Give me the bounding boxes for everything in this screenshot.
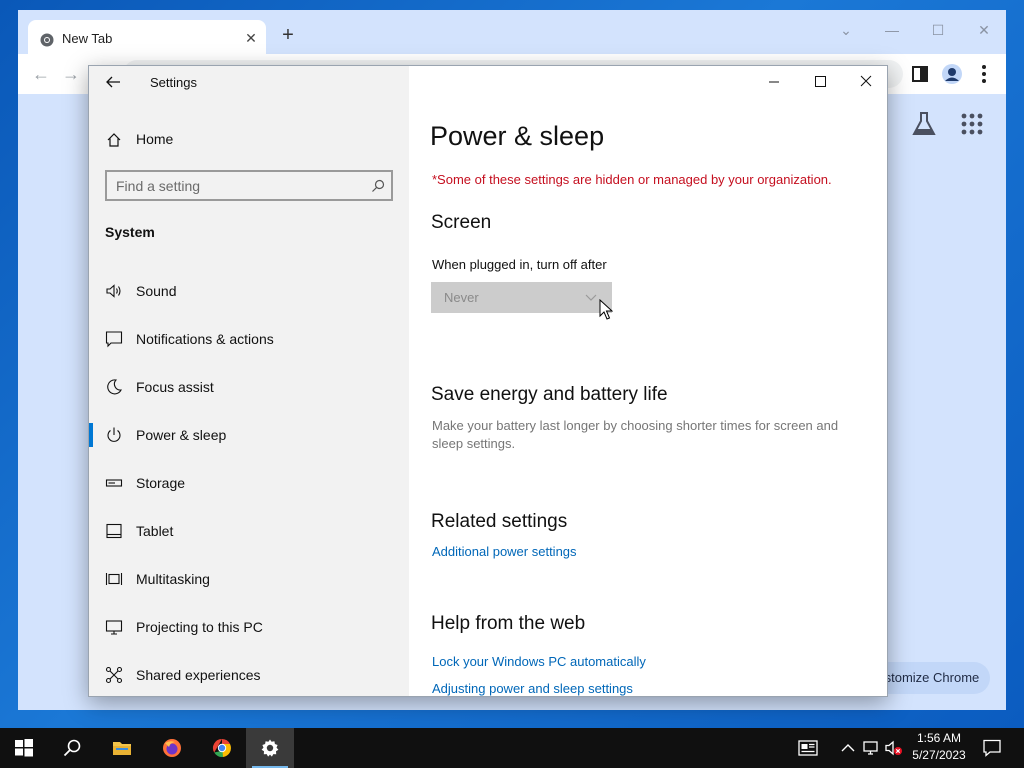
sidebar-item-label: Power & sleep (136, 427, 227, 443)
plugged-in-label: When plugged in, turn off after (432, 257, 607, 272)
chrome-maximize-icon[interactable]: ☐ (922, 18, 954, 42)
sidebar-item-multitasking[interactable]: Multitasking (89, 554, 409, 602)
help-heading: Help from the web (431, 613, 586, 634)
firefox-icon (163, 739, 181, 757)
help-link-power-sleep[interactable]: Adjusting power and sleep settings (432, 681, 633, 696)
news-widget-icon[interactable] (798, 738, 818, 758)
start-button[interactable] (0, 728, 48, 768)
clock-time[interactable]: 1:56 AM (910, 731, 968, 745)
tab-title: New Tab (62, 31, 113, 46)
chrome-icon (212, 739, 231, 758)
speaker-icon (106, 284, 121, 298)
sidebar-item-label: Projecting to this PC (136, 619, 263, 635)
chrome-forward-icon[interactable]: → (58, 62, 84, 86)
save-energy-description: Make your battery last longer by choosin… (432, 418, 839, 451)
related-settings-heading: Related settings (431, 511, 568, 532)
taskbar-firefox[interactable] (148, 728, 196, 768)
labs-flask-icon[interactable] (910, 110, 938, 138)
network-icon[interactable] (862, 738, 882, 758)
org-managed-notice: *Some of these settings are hidden or ma… (432, 172, 832, 187)
storage-icon (105, 479, 123, 487)
volume-muted-icon[interactable] (884, 738, 904, 758)
maximize-icon[interactable] (797, 66, 843, 98)
sidebar-item-projecting[interactable]: Projecting to this PC (89, 602, 409, 650)
back-arrow-icon[interactable] (103, 72, 123, 92)
sidebar-item-tablet[interactable]: Tablet (89, 506, 409, 554)
moon-icon (107, 379, 122, 395)
sidebar-item-storage[interactable]: Storage (89, 458, 409, 506)
page-title: Power & sleep (430, 121, 605, 151)
sidebar-item-label: Tablet (136, 523, 174, 539)
sidebar-item-label: Multitasking (136, 571, 210, 587)
chrome-close-icon[interactable]: ✕ (968, 18, 1000, 42)
taskbar-chrome[interactable] (198, 728, 246, 768)
sidebar-item-label: Sound (136, 283, 177, 299)
side-panel-icon[interactable] (908, 62, 932, 86)
chrome-minimize-icon[interactable]: — (876, 18, 908, 42)
chrome-menu-icon[interactable] (972, 62, 996, 86)
tablet-icon (106, 523, 122, 539)
screen-heading: Screen (431, 212, 492, 233)
sidebar-nav-list: Sound Notifications & actions Focus assi… (89, 266, 409, 696)
additional-power-settings-link[interactable]: Additional power settings (432, 544, 577, 559)
section-title: System (105, 224, 155, 240)
chevron-down-icon (585, 294, 597, 301)
sidebar-item-focus-assist[interactable]: Focus assist (89, 362, 409, 410)
app-title: Settings (150, 75, 197, 90)
gear-icon (261, 739, 279, 757)
action-center-icon[interactable] (982, 738, 1002, 758)
profile-avatar-icon[interactable] (940, 62, 964, 86)
search-box (105, 170, 393, 201)
chevron-up-icon[interactable] (838, 738, 858, 758)
settings-sidebar: Settings Home System Sound (89, 66, 409, 696)
search-icon[interactable] (371, 179, 385, 193)
sidebar-item-label: Focus assist (136, 379, 214, 395)
sidebar-item-label: Shared experiences (136, 667, 261, 683)
settings-window: Settings Home System Sound (88, 65, 888, 697)
folder-icon (113, 742, 131, 755)
sidebar-item-label: Storage (136, 475, 186, 491)
windows-logo-icon (15, 739, 33, 757)
sidebar-item-sound[interactable]: Sound (89, 266, 409, 314)
taskbar-settings[interactable] (246, 728, 294, 768)
mouse-cursor-icon (599, 299, 613, 320)
tab-close-icon[interactable]: ✕ (242, 29, 260, 47)
search-input[interactable] (116, 177, 356, 195)
search-icon (63, 739, 81, 757)
chrome-favicon-icon (40, 33, 54, 47)
close-icon[interactable] (843, 66, 888, 98)
sidebar-item-power-sleep[interactable]: Power & sleep (89, 410, 409, 458)
shared-experiences-icon (105, 666, 123, 684)
notification-icon (105, 331, 123, 348)
settings-main-pane: Power & sleep *Some of these settings ar… (409, 66, 888, 696)
chrome-tab-search-icon[interactable]: ⌄ (830, 18, 862, 42)
apps-grid-icon[interactable] (958, 110, 986, 138)
clock-date[interactable]: 5/27/2023 (910, 748, 968, 762)
taskbar-file-explorer[interactable] (98, 728, 146, 768)
help-link-lock-pc[interactable]: Lock your Windows PC automatically (432, 654, 646, 669)
minimize-icon[interactable] (751, 66, 797, 98)
sidebar-item-label: Notifications & actions (136, 331, 274, 347)
new-tab-icon[interactable]: + (276, 24, 300, 48)
sidebar-item-label: Home (136, 131, 174, 147)
sidebar-item-home[interactable]: Home (103, 126, 393, 154)
taskbar-search-button[interactable] (48, 728, 96, 768)
sidebar-item-shared-experiences[interactable]: Shared experiences (89, 650, 409, 696)
power-icon (107, 427, 121, 442)
dropdown-value: Never (444, 290, 479, 305)
save-energy-heading: Save energy and battery life (431, 384, 668, 405)
sidebar-item-notifications-actions[interactable]: Notifications & actions (89, 314, 409, 362)
home-icon (107, 133, 121, 147)
taskbar: 1:56 AM 5/27/2023 (0, 728, 1024, 768)
projecting-icon (105, 620, 123, 635)
multitasking-icon (105, 573, 123, 585)
chrome-back-icon[interactable]: ← (28, 62, 54, 86)
screen-timeout-dropdown[interactable]: Never (431, 282, 612, 313)
